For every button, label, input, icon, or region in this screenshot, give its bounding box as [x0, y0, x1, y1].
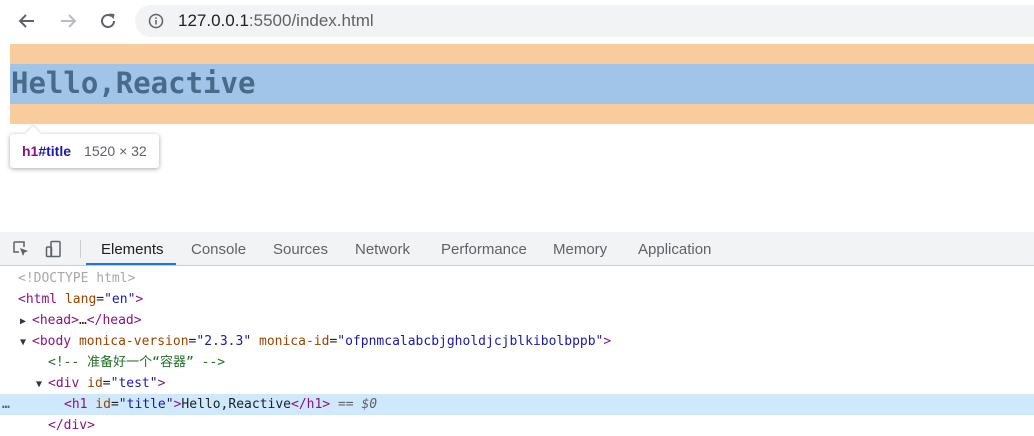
- address-bar[interactable]: 127.0.0.1:5500/index.html: [135, 5, 1034, 37]
- h1-attr: id: [87, 397, 111, 412]
- h1-value: "title": [118, 397, 174, 412]
- html-lang-value: "en": [104, 292, 136, 307]
- dom-node-doctype[interactable]: <!DOCTYPE html>: [0, 268, 1034, 289]
- tab-elements[interactable]: Elements: [101, 232, 164, 265]
- body-attr-version: monica-version: [71, 334, 189, 349]
- toolbar-divider: [80, 240, 81, 258]
- tab-performance[interactable]: Performance: [441, 232, 527, 265]
- head-tag: <head>: [32, 313, 79, 328]
- body-value-version: "2.3.3": [196, 334, 252, 349]
- page-heading[interactable]: Hello,Reactive: [11, 66, 255, 100]
- margin-highlight-top: [10, 44, 1034, 64]
- tab-network[interactable]: Network: [355, 232, 410, 265]
- collapse-triangle-icon[interactable]: ▼: [0, 374, 48, 395]
- dom-node-h1-selected[interactable]: … <h1 id="title">Hello,Reactive</h1> == …: [0, 394, 1034, 415]
- div-value: "test": [110, 376, 158, 391]
- dom-node-body[interactable]: ▼ <body monica-version="2.3.3" monica-id=…: [0, 331, 1034, 352]
- html-equals: =: [96, 292, 105, 307]
- dom-node-head[interactable]: ▶ <head>…</head>: [0, 310, 1034, 331]
- tooltip-size: 1520 × 32: [84, 143, 147, 159]
- html-tag-end: >: [135, 292, 144, 307]
- tooltip-id: #title: [38, 143, 72, 159]
- expand-triangle-icon[interactable]: ▶: [0, 311, 32, 332]
- margin-highlight-bottom: [10, 104, 1034, 124]
- device-toolbar-icon[interactable]: [45, 240, 63, 258]
- tab-sources[interactable]: Sources: [273, 232, 328, 265]
- back-button[interactable]: [14, 8, 40, 34]
- dom-node-html[interactable]: <html lang="en">: [0, 289, 1034, 310]
- body-value-id: "ofpnmcalabcbjgholdjcjblkibolbppb": [337, 334, 604, 349]
- collapse-triangle-icon[interactable]: ▼: [0, 332, 32, 353]
- url-text: 127.0.0.1:5500/index.html: [178, 11, 374, 31]
- devtools-panel: Elements Console Sources Network Perform…: [0, 232, 1034, 433]
- body-tag-end: >: [603, 334, 612, 349]
- div-equals: =: [102, 376, 111, 391]
- forward-arrow-icon: [61, 14, 77, 28]
- forward-button[interactable]: [55, 8, 81, 34]
- url-path: :5500/index.html: [248, 11, 374, 30]
- more-options-icon[interactable]: …: [2, 394, 10, 415]
- body-attr-id: monica-id: [251, 334, 330, 349]
- dom-node-div[interactable]: ▼ <div id="test">: [0, 373, 1034, 394]
- div-tag-end: >: [157, 376, 166, 391]
- head-close-tag: </head>: [86, 313, 142, 328]
- tab-memory[interactable]: Memory: [553, 232, 607, 265]
- info-icon[interactable]: [148, 13, 164, 29]
- devtools-tabbar: Elements Console Sources Network Perform…: [0, 232, 1034, 266]
- div-tag: <div: [48, 376, 80, 391]
- reload-button[interactable]: [95, 8, 121, 34]
- doctype-text: <!DOCTYPE html>: [18, 271, 136, 286]
- html-tag: <html: [18, 292, 58, 307]
- browser-toolbar: 127.0.0.1:5500/index.html: [0, 0, 1034, 42]
- html-comment: <!-- 准备好一个“容器” -->: [48, 355, 226, 370]
- tab-console[interactable]: Console: [191, 232, 246, 265]
- h1-equals: =: [110, 397, 119, 412]
- div-close-tag: </div>: [48, 418, 95, 433]
- active-tab-indicator: [86, 263, 176, 265]
- tooltip-tag: h1: [22, 143, 39, 159]
- reload-icon: [101, 13, 115, 28]
- inspect-element-icon[interactable]: [12, 240, 30, 258]
- h1-close-tag: </h1>: [291, 397, 331, 412]
- url-host: 127.0.0.1: [178, 11, 249, 30]
- tab-application[interactable]: Application: [638, 232, 711, 265]
- body-tag: <body: [32, 334, 72, 349]
- back-arrow-icon: [18, 14, 34, 28]
- dom-node-comment[interactable]: <!-- 准备好一个“容器” -->: [0, 352, 1034, 373]
- element-inspect-tooltip: h1 #title 1520 × 32: [10, 134, 159, 168]
- head-ellipsis[interactable]: …: [79, 313, 87, 328]
- page-viewport: Hello,Reactive h1 #title 1520 × 32: [0, 42, 1034, 232]
- div-attr: id: [79, 376, 103, 391]
- html-lang-attr: lang: [57, 292, 97, 307]
- h1-tag: <h1: [64, 397, 88, 412]
- h1-text-node: Hello,Reactive: [181, 397, 291, 412]
- selected-marker: == $0: [330, 397, 378, 412]
